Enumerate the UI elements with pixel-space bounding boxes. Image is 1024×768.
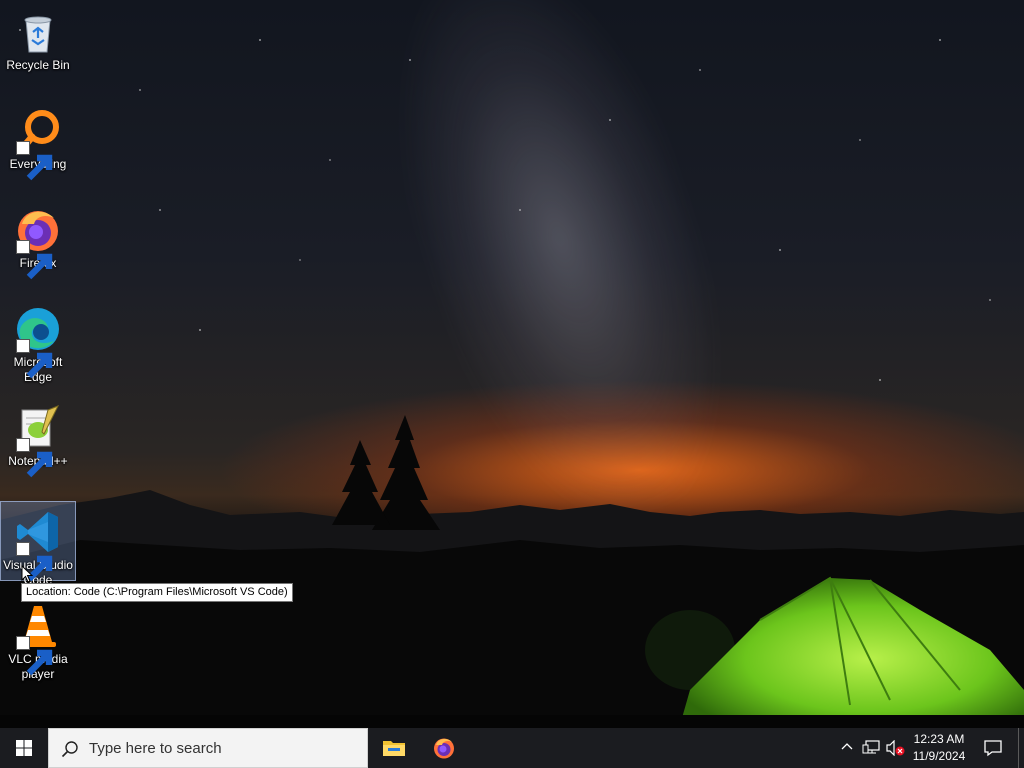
system-clock[interactable]: 12:23 AM 11/9/2024 (906, 731, 972, 765)
search-placeholder: Type here to search (89, 740, 222, 757)
clock-date: 11/9/2024 (912, 749, 966, 763)
landscape-silhouette (0, 415, 1024, 728)
shortcut-arrow-icon (16, 141, 53, 181)
mouse-cursor-icon (21, 565, 33, 583)
firefox-icon (434, 738, 454, 759)
desktop-icon-everything[interactable]: Everything (0, 101, 76, 191)
firefox-icon (14, 206, 62, 280)
recycle-bin-icon (14, 8, 62, 56)
notification-icon (984, 740, 1002, 757)
vlc-icon (14, 602, 62, 676)
desktop-icon-microsoft-edge[interactable]: Microsoft Edge (0, 299, 76, 394)
start-button[interactable] (0, 728, 48, 768)
desktop-icon-recycle-bin[interactable]: Recycle Bin (0, 2, 76, 92)
network-icon (862, 740, 880, 754)
show-hidden-icons-button[interactable] (838, 728, 856, 768)
desktop-icon-firefox[interactable]: Firefox (0, 200, 76, 290)
shortcut-arrow-icon (16, 339, 53, 379)
desktop-icon-notepad-plus-plus[interactable]: Notepad++ (0, 398, 76, 488)
network-tray-icon[interactable] (860, 728, 882, 768)
shortcut-arrow-icon (16, 438, 53, 478)
chevron-up-icon (841, 743, 853, 750)
vscode-icon (14, 508, 62, 582)
edge-icon (14, 305, 62, 379)
action-center-button[interactable] (978, 728, 1008, 768)
volume-muted-icon (886, 740, 905, 756)
taskbar-firefox[interactable] (420, 728, 468, 768)
taskbar: Type here to search 12:23 AM 11/9/2024 (0, 728, 1024, 768)
icon-location-tooltip: Location: Code (C:\Program Files\Microso… (21, 583, 293, 602)
shortcut-arrow-icon (16, 636, 53, 676)
desktop-wallpaper (0, 0, 1024, 728)
clock-time: 12:23 AM (913, 732, 965, 746)
desktop-icon-visual-studio-code[interactable]: Visual Studio Code (0, 501, 76, 587)
windows-logo-icon (16, 740, 32, 756)
notepad-plus-plus-icon (14, 404, 62, 478)
search-icon (61, 741, 78, 758)
desktop-icon-vlc[interactable]: VLC media player (0, 596, 76, 691)
everything-search-icon (14, 107, 62, 181)
file-explorer-icon (383, 741, 405, 756)
taskbar-file-explorer[interactable] (370, 728, 418, 768)
desktop-icon-label: Recycle Bin (6, 58, 70, 72)
shortcut-arrow-icon (16, 240, 53, 280)
volume-tray-icon[interactable] (884, 728, 906, 768)
taskbar-search-box[interactable]: Type here to search (48, 728, 368, 768)
shortcut-arrow-icon (16, 542, 53, 582)
show-desktop-button[interactable] (1018, 728, 1024, 768)
